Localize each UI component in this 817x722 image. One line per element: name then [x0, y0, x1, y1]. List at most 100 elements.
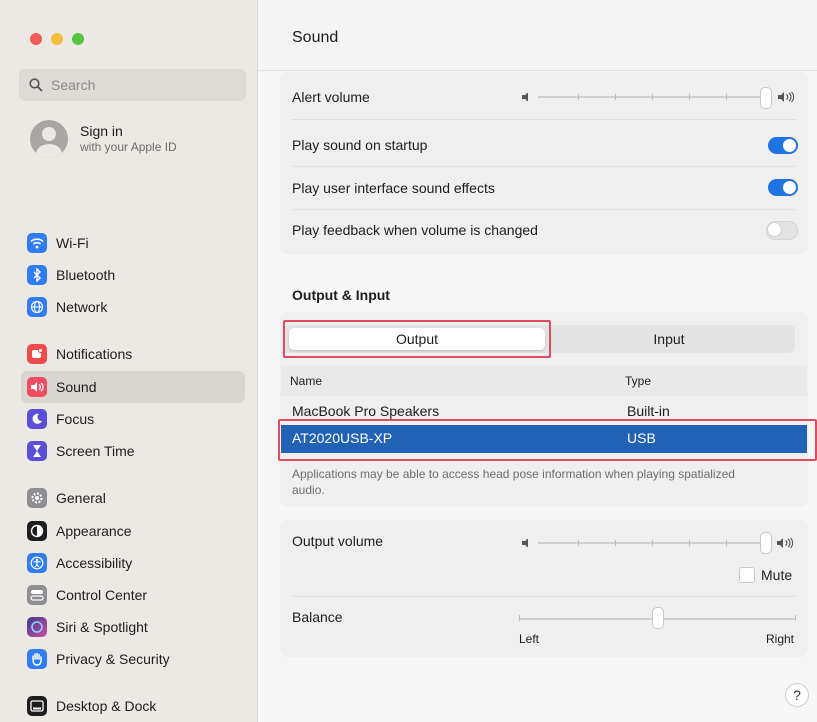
- sidebar-item-privacy-security[interactable]: Privacy & Security: [21, 643, 245, 675]
- startup-sound-label: Play sound on startup: [292, 137, 428, 153]
- sidebar-item-label: Sound: [56, 379, 97, 395]
- slider-tick: [578, 94, 579, 100]
- globe-icon: [27, 297, 47, 317]
- alert-volume-label: Alert volume: [292, 89, 370, 105]
- moon-icon: [27, 409, 47, 429]
- selected-device-highlight: [278, 419, 817, 461]
- speaker-high-icon: [778, 91, 795, 103]
- speaker-low-icon: [522, 538, 528, 548]
- slider-tick: [615, 94, 616, 100]
- column-header-name[interactable]: Name: [290, 374, 322, 388]
- sidebar-item-label: Notifications: [56, 346, 133, 362]
- sidebar-item-accessibility[interactable]: Accessibility: [21, 547, 245, 579]
- control-center-icon: [27, 585, 47, 605]
- sidebar-item-label: General: [56, 490, 106, 506]
- sidebar-item-focus[interactable]: Focus: [21, 403, 245, 435]
- sidebar-item-label: Desktop & Dock: [56, 698, 157, 714]
- signin-subtitle: with your Apple ID: [80, 140, 177, 154]
- sidebar-item-label: Accessibility: [56, 555, 133, 571]
- system-settings-window: Search Sign in with your Apple ID Wi-Fi …: [0, 0, 817, 722]
- bell-icon: [27, 344, 47, 364]
- sidebar-item-label: Control Center: [56, 587, 148, 603]
- minimize-window-button[interactable]: [51, 33, 63, 45]
- sidebar-item-label: Focus: [56, 411, 95, 427]
- sidebar-item-label: Privacy & Security: [56, 651, 170, 667]
- slider-tick: [652, 94, 653, 100]
- gear-icon: [27, 488, 47, 508]
- output-volume-thumb[interactable]: [760, 532, 772, 554]
- volume-feedback-toggle[interactable]: [766, 221, 798, 240]
- slider-tick: [726, 94, 727, 100]
- search-field[interactable]: Search: [19, 69, 246, 101]
- sidebar-item-sound[interactable]: Sound: [21, 371, 245, 403]
- alert-volume-slider[interactable]: [538, 96, 764, 98]
- output-tab-highlight: [283, 320, 551, 358]
- sidebar-item-network[interactable]: Network: [21, 291, 245, 323]
- sidebar-item-control-center[interactable]: Control Center: [21, 579, 245, 611]
- output-volume-label: Output volume: [292, 533, 384, 549]
- output-input-title: Output & Input: [292, 287, 390, 303]
- sidebar-item-notifications[interactable]: Notifications: [21, 338, 245, 370]
- sidebar-item-label: Bluetooth: [56, 267, 116, 283]
- output-volume-slider[interactable]: [538, 542, 764, 544]
- balance-thumb[interactable]: [652, 607, 664, 629]
- balance-label: Balance: [292, 609, 343, 625]
- window-controls: [30, 33, 84, 45]
- hand-icon: [27, 649, 47, 669]
- slider-tick: [652, 540, 653, 546]
- slider-tick: [726, 540, 727, 546]
- search-icon: [29, 78, 43, 92]
- ui-sound-effects-toggle[interactable]: [768, 179, 798, 196]
- accessibility-icon: [27, 553, 47, 573]
- sidebar-item-screen-time[interactable]: Screen Time: [21, 435, 245, 467]
- sidebar-item-general[interactable]: General: [21, 482, 245, 514]
- sidebar-item-label: Wi-Fi: [56, 235, 89, 251]
- volume-feedback-label: Play feedback when volume is changed: [292, 222, 538, 238]
- sidebar-item-label: Siri & Spotlight: [56, 619, 148, 635]
- dock-icon: [27, 696, 47, 716]
- divider: [292, 119, 796, 120]
- sidebar-item-label: Network: [56, 299, 108, 315]
- sidebar-item-wifi[interactable]: Wi-Fi: [21, 227, 245, 259]
- sidebar-item-label: Appearance: [56, 523, 132, 539]
- sidebar-item-siri-spotlight[interactable]: Siri & Spotlight: [21, 611, 245, 643]
- zoom-window-button[interactable]: [72, 33, 84, 45]
- startup-sound-row: Play sound on startup: [292, 124, 796, 166]
- sidebar: Search Sign in with your Apple ID Wi-Fi …: [0, 0, 258, 722]
- speaker-low-icon: [522, 92, 528, 102]
- sidebar-item-label: Screen Time: [56, 443, 135, 459]
- column-header-type[interactable]: Type: [625, 374, 651, 388]
- apple-id-signin[interactable]: Sign in with your Apple ID: [30, 120, 177, 158]
- divider: [292, 596, 796, 597]
- slider-tick: [519, 615, 520, 621]
- page-title: Sound: [292, 29, 339, 46]
- head-pose-note: Applications may be able to access head …: [292, 467, 735, 497]
- slider-tick: [795, 615, 796, 621]
- device-table-header: Name Type: [281, 366, 807, 396]
- device-name: MacBook Pro Speakers: [292, 403, 440, 419]
- startup-sound-toggle[interactable]: [768, 137, 798, 154]
- siri-icon: [27, 617, 47, 637]
- balance-left-label: Left: [519, 632, 540, 646]
- speaker-icon: [27, 377, 47, 397]
- slider-tick: [615, 540, 616, 546]
- mute-checkbox[interactable]: [739, 567, 755, 583]
- title-bar: Sound: [258, 0, 817, 71]
- wifi-icon: [27, 233, 47, 253]
- sidebar-item-appearance[interactable]: Appearance: [21, 515, 245, 547]
- help-button[interactable]: ?: [785, 683, 809, 707]
- alert-volume-thumb[interactable]: [760, 87, 772, 109]
- sidebar-item-desktop-dock[interactable]: Desktop & Dock: [21, 690, 245, 722]
- volume-feedback-row: Play feedback when volume is changed: [292, 209, 796, 251]
- balance-right-label: Right: [766, 632, 795, 646]
- sidebar-item-bluetooth[interactable]: Bluetooth: [21, 259, 245, 291]
- hourglass-icon: [27, 441, 47, 461]
- appearance-icon: [27, 521, 47, 541]
- speaker-high-icon: [777, 537, 794, 549]
- sound-effects-group: Alert volume Play sound on startup Play …: [280, 72, 808, 255]
- slider-tick: [578, 540, 579, 546]
- close-window-button[interactable]: [30, 33, 42, 45]
- tab-input[interactable]: Input: [545, 328, 793, 350]
- signin-title: Sign in: [80, 123, 123, 139]
- ui-sound-effects-label: Play user interface sound effects: [292, 180, 495, 196]
